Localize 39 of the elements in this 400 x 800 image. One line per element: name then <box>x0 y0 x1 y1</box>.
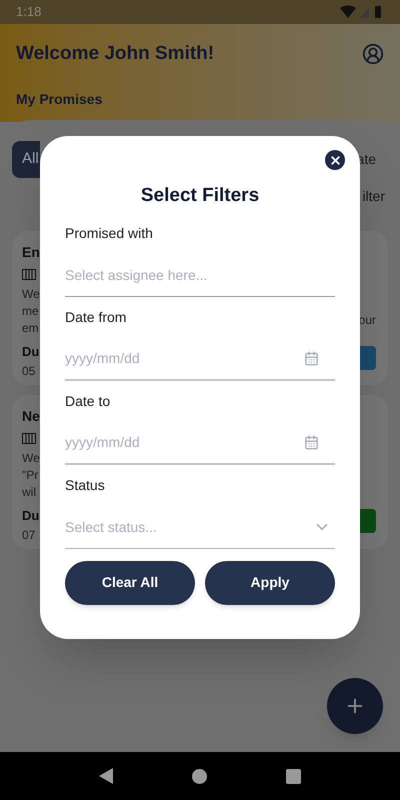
dialog-title: Select Filters <box>140 184 260 208</box>
card-text: We <box>22 450 40 467</box>
input-field[interactable]: Select assignee here... <box>65 254 335 296</box>
due-label: Du <box>22 343 40 361</box>
card-text: "Pr <box>22 467 40 484</box>
clear-all-button[interactable]: Clear All <box>65 560 195 604</box>
back-icon[interactable] <box>99 768 114 784</box>
status-select[interactable]: Select status... <box>65 506 335 548</box>
partial-label: ilter <box>362 187 386 206</box>
status-time: 1:18 <box>16 3 42 22</box>
due-date: 05 <box>22 362 36 380</box>
filter-tab[interactable]: All <box>12 141 40 178</box>
card-text: em <box>22 320 40 337</box>
date-field[interactable]: yyyy/mm/dd <box>65 338 335 380</box>
date-field[interactable]: yyyy/mm/dd <box>65 422 335 464</box>
due-date: 07 <box>22 526 36 544</box>
card-text: me <box>22 303 40 320</box>
field-label: Date from <box>65 308 128 326</box>
columns-icon <box>22 433 36 444</box>
welcome-title: Welcome John Smith! <box>16 42 214 66</box>
calendar-icon[interactable] <box>304 435 319 450</box>
due-label: Du <box>22 507 40 525</box>
columns-icon <box>22 269 36 280</box>
field-label: Promised with <box>65 224 154 242</box>
field-label: Status <box>65 476 106 494</box>
recents-icon[interactable] <box>286 768 301 784</box>
section-title: My Promises <box>16 90 104 109</box>
calendar-icon[interactable] <box>304 351 319 366</box>
field-label: Date to <box>65 392 112 410</box>
close-icon <box>328 154 342 166</box>
close-button[interactable] <box>325 150 345 170</box>
card-title: Ne <box>22 407 40 426</box>
profile-icon[interactable] <box>362 43 384 66</box>
status-icons <box>340 5 384 19</box>
home-icon[interactable] <box>192 768 207 784</box>
apply-button[interactable]: Apply <box>205 560 335 604</box>
card-text: wil <box>22 484 37 501</box>
card-title: En <box>22 243 40 262</box>
card-text: We <box>22 286 40 303</box>
